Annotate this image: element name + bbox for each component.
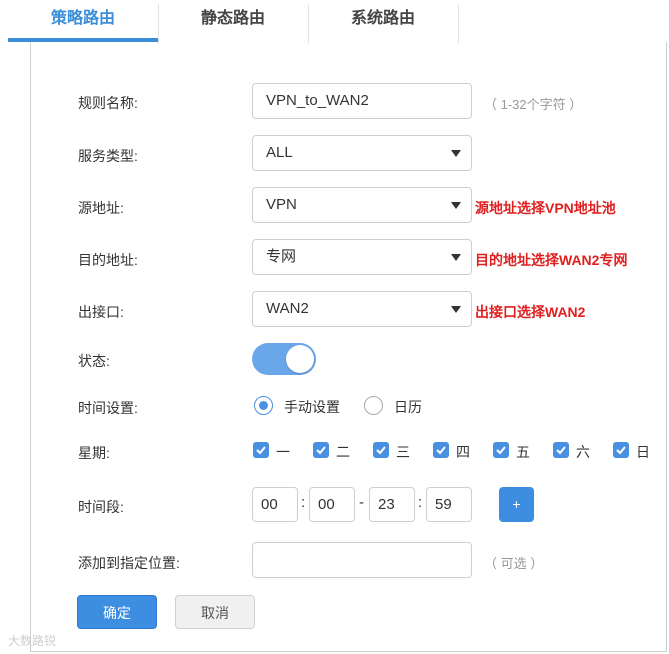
service-type-select[interactable]: ALL: [252, 135, 472, 171]
checkmark-icon: [436, 446, 446, 455]
source-address-label: 源地址:: [78, 200, 124, 216]
dropdown-arrow-icon: [451, 150, 461, 157]
dropdown-arrow-icon: [451, 306, 461, 313]
egress-interface-value: WAN2: [266, 300, 309, 317]
watermark: 大数路锐: [8, 634, 57, 648]
source-address-select[interactable]: VPN: [252, 187, 472, 223]
weekday-checkbox[interactable]: [493, 442, 509, 458]
checkmark-icon: [496, 446, 506, 455]
source-address-value: VPN: [266, 196, 297, 213]
destination-address-label: 目的地址:: [78, 252, 138, 268]
radio-calendar-label: 日历: [394, 399, 422, 415]
destination-address-note: 目的地址选择WAN2专网: [475, 252, 628, 268]
tab-bar: 策略路由 静态路由 系统路由: [0, 0, 669, 44]
checkmark-icon: [616, 446, 626, 455]
start-minute-input[interactable]: 00: [309, 487, 355, 522]
weekday-label: 六: [576, 444, 590, 460]
cancel-button[interactable]: 取消: [175, 595, 255, 629]
status-label: 状态:: [78, 353, 110, 369]
source-address-note: 源地址选择VPN地址池: [475, 200, 616, 216]
service-type-label: 服务类型:: [78, 148, 138, 164]
end-minute-input[interactable]: 59: [426, 487, 472, 522]
checkmark-icon: [256, 446, 266, 455]
radio-calendar[interactable]: [364, 396, 383, 415]
position-hint: （ 可选 ）: [484, 556, 544, 571]
weekday-checkbox[interactable]: [433, 442, 449, 458]
weekday-checkbox[interactable]: [373, 442, 389, 458]
tab-policy-routing[interactable]: 策略路由: [8, 0, 158, 43]
dash-separator: -: [359, 494, 364, 511]
weekday-checkbox[interactable]: [313, 442, 329, 458]
service-type-value: ALL: [266, 144, 293, 161]
checkmark-icon: [316, 446, 326, 455]
weekdays-label: 星期:: [78, 445, 110, 461]
weekday-label: 四: [456, 444, 470, 460]
radio-manual-label: 手动设置: [284, 399, 340, 415]
rule-name-hint: （ 1-32个字符 ）: [484, 97, 583, 112]
weekday-label: 五: [516, 444, 530, 460]
position-label: 添加到指定位置:: [78, 555, 180, 571]
time-setting-label: 时间设置:: [78, 400, 138, 416]
dropdown-arrow-icon: [451, 202, 461, 209]
tab-static-routing[interactable]: 静态路由: [158, 0, 308, 43]
add-time-range-button[interactable]: +: [499, 487, 534, 522]
weekday-checkbox[interactable]: [613, 442, 629, 458]
confirm-button[interactable]: 确定: [77, 595, 157, 629]
colon-separator: :: [418, 494, 423, 511]
rule-name-input[interactable]: VPN_to_WAN2: [252, 83, 472, 119]
egress-interface-select[interactable]: WAN2: [252, 291, 472, 327]
egress-interface-note: 出接口选择WAN2: [475, 304, 586, 320]
weekday-label: 三: [396, 444, 410, 460]
destination-address-select[interactable]: 专网: [252, 239, 472, 275]
toggle-knob: [286, 345, 314, 373]
weekday-checkbox[interactable]: [253, 442, 269, 458]
egress-interface-label: 出接口:: [78, 304, 124, 320]
weekday-label: 二: [336, 444, 350, 460]
radio-manual[interactable]: [254, 396, 273, 415]
weekday-label: 日: [636, 444, 650, 460]
end-hour-input[interactable]: 23: [369, 487, 415, 522]
status-toggle[interactable]: [252, 343, 316, 375]
weekday-label: 一: [276, 444, 290, 460]
start-hour-input[interactable]: 00: [252, 487, 298, 522]
tab-divider: [458, 4, 459, 44]
destination-address-value: 专网: [266, 248, 297, 265]
weekday-checkbox[interactable]: [553, 442, 569, 458]
dropdown-arrow-icon: [451, 254, 461, 261]
position-input[interactable]: [252, 542, 472, 578]
tab-system-routing[interactable]: 系统路由: [308, 0, 458, 43]
colon-separator: :: [301, 494, 306, 511]
time-range-label: 时间段:: [78, 499, 124, 515]
checkmark-icon: [376, 446, 386, 455]
rule-name-label: 规则名称:: [78, 95, 138, 111]
checkmark-icon: [556, 446, 566, 455]
